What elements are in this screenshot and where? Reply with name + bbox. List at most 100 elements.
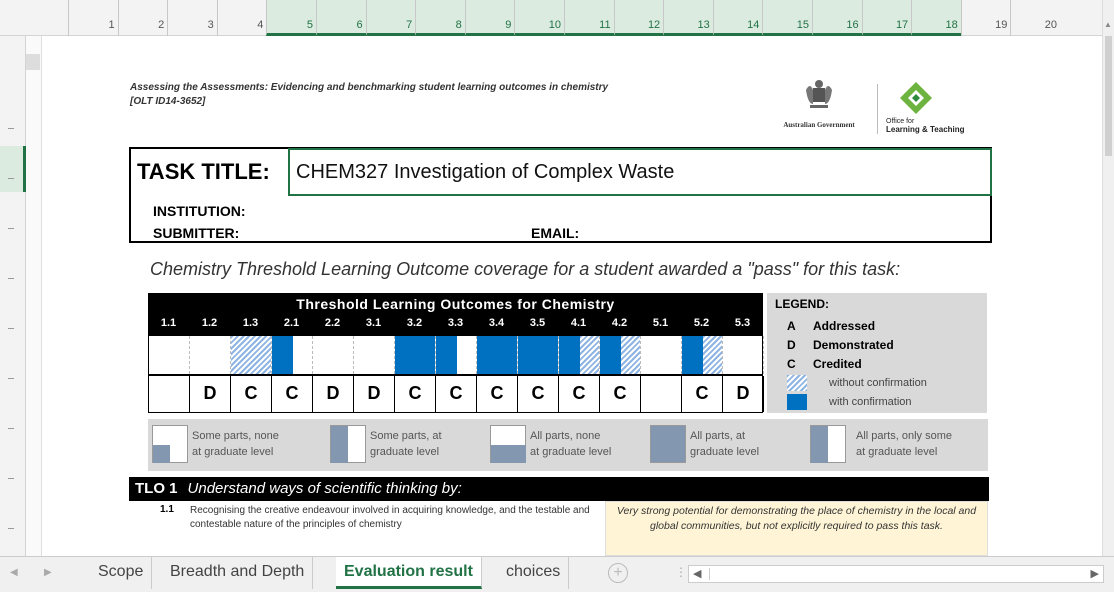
solid-swatch (787, 394, 807, 410)
tlo-level-cell[interactable]: C (477, 376, 518, 412)
ruler-number: 10 (514, 0, 564, 36)
tlo-coverage-cell[interactable] (682, 336, 723, 374)
ruler-number: 6 (316, 0, 366, 36)
tlo-level-cell[interactable]: C (600, 376, 641, 412)
tlo-coverage-cell[interactable] (723, 336, 764, 374)
ruler-number: 13 (663, 0, 713, 36)
horizontal-scrollbar[interactable]: ◀ ▶ (688, 565, 1104, 583)
tlo-level-cell[interactable]: D (354, 376, 395, 412)
ruler-number: 20 (1010, 0, 1060, 36)
ruler-number: 4 (216, 0, 267, 36)
prev-sheet-icon[interactable]: ◀ (10, 567, 18, 578)
sheet-tab-bar: ◀ ▶ Scope Breadth and Depth Evaluation r… (0, 556, 1114, 592)
olt-logo: Office for Learning & Teaching (884, 80, 984, 140)
tlo-coverage-cell[interactable] (477, 336, 518, 374)
tlo-item-number: 1.1 (160, 504, 174, 515)
tlo-code: 3.2 (406, 317, 423, 329)
row-gutter (26, 36, 42, 556)
legend-item: A Addressed (787, 319, 876, 333)
tlo-level-cell[interactable]: D (313, 376, 354, 412)
tlo-coverage-cell[interactable] (149, 336, 190, 374)
tab-split-handle[interactable]: ⋮ (675, 565, 687, 579)
tlo-table-header: Threshold Learning Outcomes for Chemistr… (148, 293, 763, 335)
tlo-level-cell[interactable]: C (436, 376, 477, 412)
tlo-coverage-cell[interactable] (231, 336, 272, 374)
scroll-up-icon[interactable]: ▲ (1104, 20, 1112, 29)
ruler-number: 3 (167, 0, 217, 36)
tlo-coverage-cell[interactable] (272, 336, 313, 374)
tlo-coverage-cell[interactable] (600, 336, 641, 374)
tlo-level-cell[interactable]: C (395, 376, 436, 412)
tlo-code: 4.2 (611, 317, 628, 329)
tlo1-header: TLO 1 Understand ways of scientific think… (129, 477, 989, 501)
ruler-number: 11 (564, 0, 614, 36)
email-label: EMAIL: (531, 225, 580, 241)
tlo-code: 1.1 (160, 317, 177, 329)
tlo-code: 2.1 (283, 317, 300, 329)
tlo-coverage-cell[interactable] (641, 336, 682, 374)
tlo-code: 2.2 (324, 317, 341, 329)
tab-choices[interactable]: choices (498, 557, 570, 589)
tlo-coverage-cell[interactable] (518, 336, 559, 374)
coat-of-arms-icon (806, 80, 832, 108)
next-sheet-icon[interactable]: ▶ (44, 567, 52, 578)
tlo-item-text: Recognising the creative endeavour invol… (190, 505, 590, 530)
tlo-coverage-cell[interactable] (354, 336, 395, 374)
coverage-key-band: Some parts, none at graduate level Some p… (148, 419, 988, 471)
task-title-cell[interactable]: CHEM327 Investigation of Complex Waste (288, 148, 992, 196)
tlo-level-cell[interactable] (641, 376, 682, 412)
ruler-number: 18 (911, 0, 961, 36)
tlo-level-row: DCCDDCCCCCCCD (148, 375, 764, 413)
page-layout-area: Assessing the Assessments: Evidencing an… (42, 36, 1102, 556)
vertical-ruler-selection (0, 146, 26, 192)
project-title: Assessing the Assessments: Evidencing an… (130, 82, 609, 107)
tlo-code: 5.3 (734, 317, 751, 329)
tlo-code: 1.2 (201, 317, 218, 329)
tab-scope[interactable]: Scope (90, 557, 153, 589)
ruler-number: 14 (712, 0, 763, 36)
hatch-swatch (787, 375, 807, 391)
tlo-code: 3.1 (365, 317, 382, 329)
tlo-coverage-cell[interactable] (436, 336, 477, 374)
tlo-coverage-cell[interactable] (190, 336, 231, 374)
ruler-number: 2 (117, 0, 168, 36)
australian-government-logo: Australian Government (770, 78, 868, 138)
tlo-code: 1.3 (242, 317, 259, 329)
tlo-level-cell[interactable]: D (723, 376, 764, 412)
ruler-number: 1 (68, 0, 118, 36)
olt-diamond-icon (900, 82, 932, 114)
tlo-level-cell[interactable] (149, 376, 190, 412)
government-logo-text: Australian Government (783, 121, 855, 129)
tlo-level-cell[interactable]: C (272, 376, 313, 412)
tlo-note-cell[interactable]: Very strong potential for demonstrating … (605, 501, 988, 556)
tlo-level-cell[interactable]: C (231, 376, 272, 412)
ruler-number: 9 (464, 0, 515, 36)
tlo-coverage-cell[interactable] (559, 336, 600, 374)
coverage-heading: Chemistry Threshold Learning Outcome cov… (150, 259, 901, 279)
ruler-number: 12 (613, 0, 664, 36)
scroll-right-icon[interactable]: ▶ (1091, 567, 1099, 580)
ruler-number: 8 (415, 0, 465, 36)
tab-evaluation-result[interactable]: Evaluation result (336, 557, 482, 589)
tlo-level-cell[interactable]: C (682, 376, 723, 412)
tlo-level-cell[interactable]: D (190, 376, 231, 412)
add-sheet-icon[interactable]: + (608, 563, 628, 583)
scroll-left-icon[interactable]: ◀ (693, 567, 701, 580)
ruler-number: 5 (266, 0, 316, 36)
vertical-ruler (0, 36, 26, 556)
tlo-coverage-cell[interactable] (313, 336, 354, 374)
vertical-scrollbar[interactable]: ▲ (1102, 0, 1114, 556)
tlo-coverage-cell[interactable] (395, 336, 436, 374)
ruler-number: 19 (960, 0, 1011, 36)
ruler-number: 7 (365, 0, 416, 36)
tlo-level-cell[interactable]: C (559, 376, 600, 412)
scroll-thumb[interactable] (1105, 36, 1112, 156)
tlo-level-cell[interactable]: C (518, 376, 559, 412)
hatch-label: without confirmation (829, 377, 927, 389)
tlo-code: 3.3 (447, 317, 464, 329)
tab-breadth-and-depth[interactable]: Breadth and Depth (162, 557, 314, 589)
tlo-code: 4.1 (570, 317, 587, 329)
tlo-table-title: Threshold Learning Outcomes for Chemistr… (296, 296, 615, 312)
ruler-number: 17 (861, 0, 912, 36)
legend-title: LEGEND: (775, 297, 829, 311)
